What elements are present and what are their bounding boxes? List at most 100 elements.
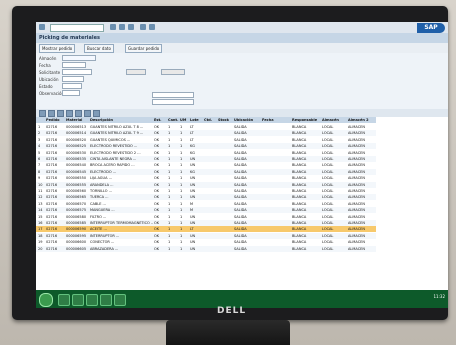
- field-6[interactable]: [62, 90, 80, 96]
- grid-cell-col-6: 1: [180, 144, 183, 149]
- field-2[interactable]: [62, 62, 86, 68]
- grid-cell-col-12: BLANCA: [292, 214, 307, 219]
- grid-cell-col-13: LOCAL: [322, 137, 334, 142]
- grid-cell-col-0: 17: [38, 227, 43, 232]
- grid-cell-col-13: LOCAL: [322, 246, 334, 251]
- grid-cell-col-1: 02716: [46, 144, 58, 149]
- table-row[interactable]: 17 02716 000006590 ACEITE ... OK 1 1 LT SALIDA BL…: [36, 226, 376, 233]
- grid-cell-col-13: LOCAL: [322, 233, 334, 238]
- table-row[interactable]: 16 02716 000006585 INTERRUPTOR TERMOMAGNÉTI…: [36, 220, 376, 226]
- table-row[interactable]: 5 02716 000006530 ELECTRODO REVESTIDO 2 ...…: [36, 150, 376, 156]
- grid-cell-col-2: 000006514: [66, 131, 87, 136]
- field-8[interactable]: [161, 69, 185, 75]
- grid-cell-col-10: SALIDA: [234, 221, 247, 225]
- application-toolbar: Mostrar pedido Buscar dato Guardar pedid…: [36, 43, 448, 53]
- table-row[interactable]: 11 02716 000006560 TORNILLO ... OK 1 1 UN SALIDA…: [36, 188, 376, 194]
- grid-cell-col-12: BLANCA: [292, 157, 307, 161]
- grid-cell-col-7: LT: [190, 227, 194, 232]
- start-button[interactable]: [39, 293, 53, 307]
- back-icon[interactable]: [39, 24, 45, 30]
- grid-cell-col-10: SALIDA: [234, 144, 247, 149]
- grid-filter-icon[interactable]: [75, 110, 82, 117]
- grid-cell-col-4: Est.: [154, 118, 162, 122]
- table-row[interactable]: 1 02716 000006513 GUANTES NITRILO AZUL T 8 …: [36, 124, 376, 130]
- grid-cell-col-10: SALIDA: [234, 227, 247, 232]
- table-row[interactable]: 9 02716 000006550 LIJA AGUA ... OK 1 1 UN SALIDA…: [36, 175, 376, 181]
- table-row[interactable]: 18 02716 000006595 INTERRUPTOR ... OK 1 1 UN SAL…: [36, 232, 376, 239]
- window-title: Picking de materiales: [36, 33, 448, 43]
- table-row[interactable]: 14 02716 000006575 MANGUERA ... OK 1 1 M SALIDA B…: [36, 207, 376, 214]
- grid-sum-icon[interactable]: [84, 110, 91, 117]
- field-10[interactable]: [152, 99, 194, 105]
- grid-cell-col-14: ALMACEN: [348, 240, 365, 245]
- table-row[interactable]: 19 02716 000006600 CONECTOR ... OK 1 1 UN SALIDA…: [36, 239, 376, 245]
- toolbar-button-3[interactable]: Guardar pedido: [125, 44, 163, 53]
- grid-cell-col-3: FILTRO ...: [90, 214, 107, 219]
- save-icon[interactable]: [110, 24, 116, 30]
- grid-cell-col-12: BLANCA: [292, 227, 307, 232]
- find-icon[interactable]: [149, 24, 155, 30]
- grid-cell-col-12: BLANCA: [292, 125, 307, 129]
- field-1[interactable]: [62, 55, 96, 61]
- grid-cell-col-5: 1: [168, 125, 171, 129]
- grid-cell-col-9: Stock: [218, 118, 230, 122]
- grid-cell-col-12: BLANCA: [292, 201, 307, 206]
- grid-select-all-icon[interactable]: [39, 110, 46, 117]
- grid-cell-col-5: 1: [168, 176, 171, 181]
- grid-cell-col-1: 02716: [46, 221, 58, 225]
- grid-cell-col-0: 10: [38, 182, 43, 187]
- screen: SAP Picking de materiales Mostrar pedido…: [36, 22, 448, 308]
- grid-cell-col-6: 1: [180, 208, 183, 213]
- grid-cell-col-10: SALIDA: [234, 246, 247, 251]
- grid-cell-col-10: SALIDA: [234, 240, 247, 245]
- grid-cell-col-1: 02716: [46, 150, 58, 155]
- grid-cell-col-3: ELECTRODO REVESTIDO ...: [90, 144, 138, 149]
- monitor-stand: [166, 320, 290, 345]
- taskbar-app-3[interactable]: [86, 294, 98, 306]
- exit-icon[interactable]: [119, 24, 125, 30]
- table-row[interactable]: 13 02716 000006570 CABLE ... OK 1 1 M SALIDA BLAN…: [36, 201, 376, 207]
- print-icon[interactable]: [140, 24, 146, 30]
- taskbar-app-5[interactable]: [114, 294, 126, 306]
- grid-cell-col-6: 1: [180, 182, 183, 187]
- grid-cell-col-12: Responsable: [292, 118, 318, 122]
- command-field[interactable]: [50, 24, 104, 32]
- grid-cell-col-3: CONECTOR ...: [90, 240, 115, 245]
- field-3[interactable]: [62, 69, 92, 75]
- taskbar-app-1[interactable]: [58, 294, 70, 306]
- grid-cell-col-0: 12: [38, 195, 43, 200]
- taskbar-app-4[interactable]: [100, 294, 112, 306]
- monitor: SAP Picking de materiales Mostrar pedido…: [12, 6, 448, 320]
- grid-deselect-icon[interactable]: [48, 110, 55, 117]
- cancel-icon[interactable]: [128, 24, 134, 30]
- grid-cell-col-5: 1: [168, 227, 171, 232]
- table-row[interactable]: 20 02716 000006605 ABRAZADERA ... OK 1 1 UN SALI…: [36, 245, 376, 252]
- grid-header-row[interactable]: Pedido Material Descripción Est. Cant. UM Lote…: [36, 117, 376, 123]
- grid-sort-descending-icon[interactable]: [66, 110, 73, 117]
- grid-cell-col-0: 20: [38, 246, 43, 251]
- table-row[interactable]: 2 02716 000006514 GUANTES NITRILO AZUL T 9 …: [36, 130, 376, 137]
- table-row[interactable]: 6 02716 000006535 CINTA AISLANTE NEGRA ... O…: [36, 156, 376, 162]
- field-5[interactable]: [62, 83, 82, 89]
- field-9[interactable]: [152, 92, 194, 98]
- toolbar-button-2[interactable]: Buscar dato: [84, 44, 114, 53]
- grid-cell-col-14: ALMACEN: [348, 131, 365, 136]
- grid-cell-col-12: BLANCA: [292, 195, 307, 200]
- table-row[interactable]: 10 02716 000006555 ARANDELA ... OK 1 1 UN SALIDA…: [36, 181, 376, 188]
- grid-cell-col-5: 1: [168, 208, 171, 213]
- grid-cell-col-4: OK: [154, 221, 160, 225]
- table-row[interactable]: 7 02716 000006540 BROCA ACERO RAPIDO ... OK 1…: [36, 162, 376, 168]
- taskbar-app-2[interactable]: [72, 294, 84, 306]
- grid-sort-ascending-icon[interactable]: [57, 110, 64, 117]
- table-row[interactable]: 15 02716 000006580 FILTRO ... OK 1 1 UN SALIDA BL…: [36, 214, 376, 220]
- toolbar-button-1[interactable]: Mostrar pedido: [39, 44, 76, 53]
- grid-cell-col-0: 6: [38, 157, 41, 161]
- table-row[interactable]: 4 02716 000006525 ELECTRODO REVESTIDO ... OK…: [36, 143, 376, 150]
- table-row[interactable]: 12 02716 000006565 TUERCA ... OK 1 1 UN SALIDA BL…: [36, 194, 376, 201]
- grid-export-icon[interactable]: [93, 110, 100, 117]
- grid-cell-col-2: 000006520: [66, 137, 87, 142]
- field-4[interactable]: [62, 76, 84, 82]
- table-row[interactable]: 3 02716 000006520 GUANTES QUIMICOS ... OK 1 1 L…: [36, 137, 376, 143]
- table-row[interactable]: 8 02716 000006545 ELECTRODO ... OK 1 1 KG SALIDA…: [36, 168, 376, 175]
- field-7[interactable]: [126, 69, 146, 75]
